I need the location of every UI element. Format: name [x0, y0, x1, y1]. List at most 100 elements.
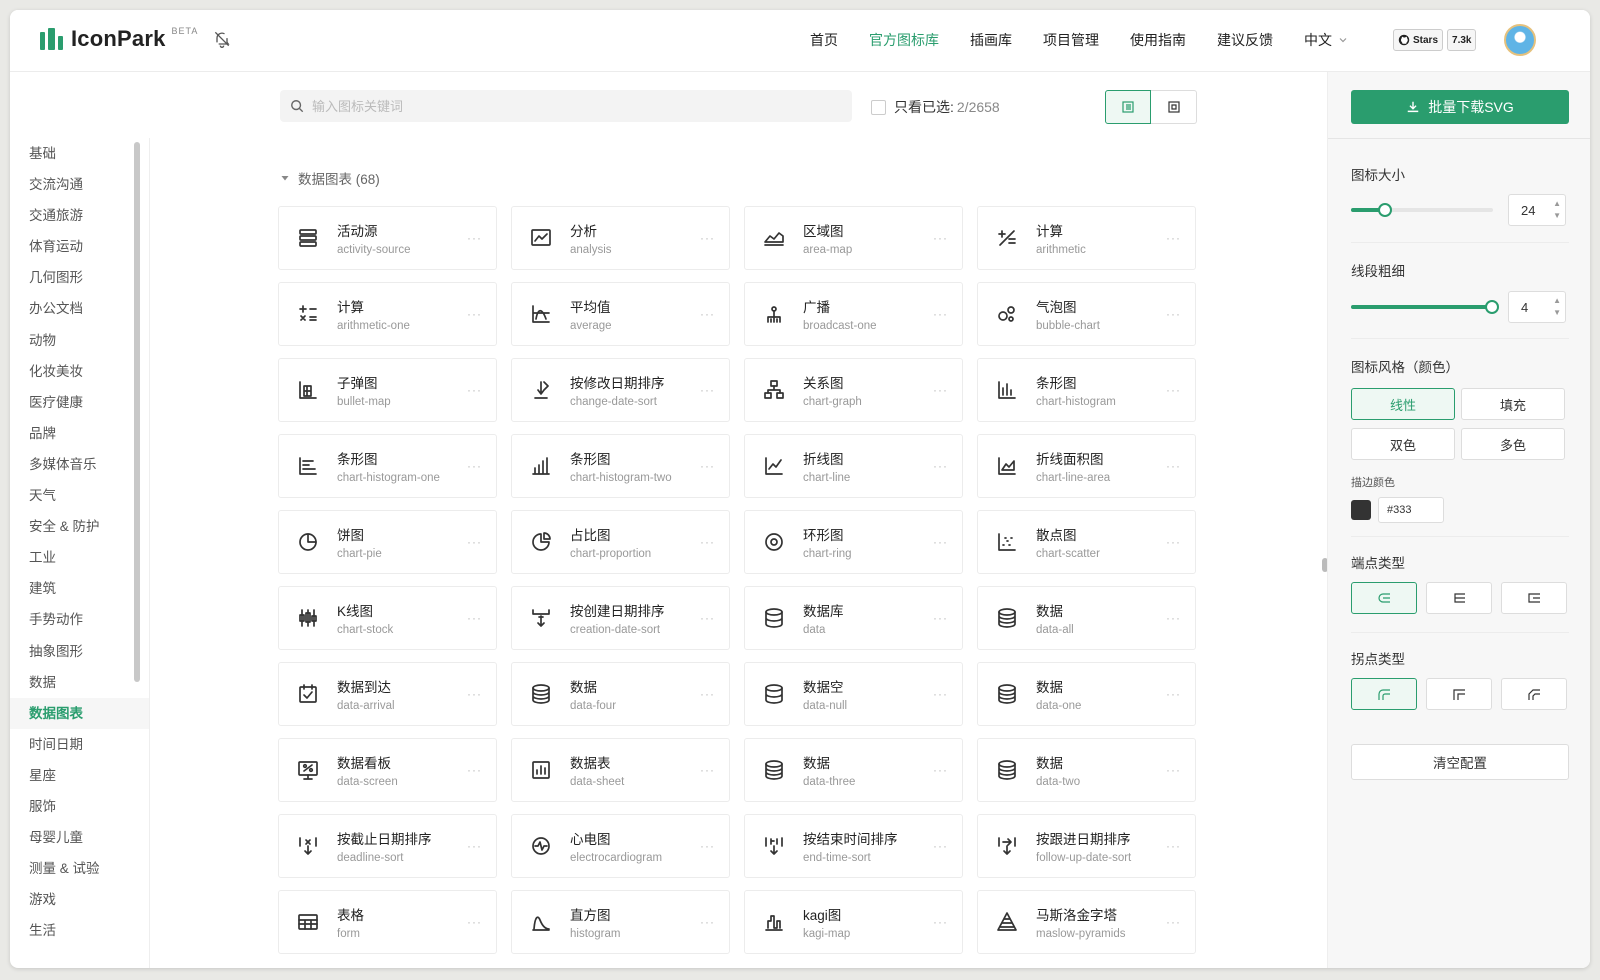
linejoin-miter-button[interactable]: [1426, 678, 1492, 710]
more-options-icon[interactable]: ···: [933, 383, 948, 397]
more-options-icon[interactable]: ···: [1166, 611, 1181, 625]
size-slider[interactable]: [1351, 203, 1493, 217]
icon-card[interactable]: 区域图 area-map ···: [744, 206, 963, 270]
category-item[interactable]: 时间日期: [10, 729, 149, 760]
category-item[interactable]: 办公文档: [10, 293, 149, 324]
icon-card[interactable]: 按截止日期排序 deadline-sort ···: [278, 814, 497, 878]
batch-download-button[interactable]: 批量下载SVG: [1351, 90, 1569, 124]
more-options-icon[interactable]: ···: [467, 307, 482, 321]
linecap-round-button[interactable]: [1351, 582, 1417, 614]
icon-card[interactable]: 子弹图 bullet-map ···: [278, 358, 497, 422]
more-options-icon[interactable]: ···: [700, 231, 715, 245]
more-options-icon[interactable]: ···: [933, 763, 948, 777]
icon-card[interactable]: 数据 data-one ···: [977, 662, 1196, 726]
icon-card[interactable]: 数据 data-all ···: [977, 586, 1196, 650]
category-item[interactable]: 工业: [10, 542, 149, 573]
category-item[interactable]: 数据图表: [10, 697, 149, 729]
language-select[interactable]: 中文: [1304, 30, 1348, 50]
more-options-icon[interactable]: ···: [1166, 307, 1181, 321]
category-item[interactable]: 建筑: [10, 573, 149, 604]
icon-card[interactable]: 气泡图 bubble-chart ···: [977, 282, 1196, 346]
icon-card[interactable]: 散点图 chart-scatter ···: [977, 510, 1196, 574]
icon-card[interactable]: 按结束时间排序 end-time-sort ···: [744, 814, 963, 878]
nav-home[interactable]: 首页: [810, 30, 838, 50]
category-item[interactable]: 游戏: [10, 884, 149, 915]
icon-card[interactable]: 数据 data-three ···: [744, 738, 963, 802]
more-options-icon[interactable]: ···: [933, 915, 948, 929]
category-item[interactable]: 几何图形: [10, 262, 149, 293]
category-item[interactable]: 星座: [10, 760, 149, 791]
sidebar-scrollbar[interactable]: [134, 142, 140, 682]
more-options-icon[interactable]: ···: [1166, 535, 1181, 549]
more-options-icon[interactable]: ···: [467, 231, 482, 245]
more-options-icon[interactable]: ···: [1166, 687, 1181, 701]
linejoin-bevel-button[interactable]: [1501, 678, 1567, 710]
more-options-icon[interactable]: ···: [700, 915, 715, 929]
icon-card[interactable]: 占比图 chart-proportion ···: [511, 510, 730, 574]
icon-card[interactable]: 按创建日期排序 creation-date-sort ···: [511, 586, 730, 650]
icon-card[interactable]: 数据 data-two ···: [977, 738, 1196, 802]
only-selected-filter[interactable]: 只看已选: 2/2658: [871, 97, 1000, 117]
nav-guide[interactable]: 使用指南: [1130, 30, 1186, 50]
category-item[interactable]: 抽象图形: [10, 636, 149, 667]
more-options-icon[interactable]: ···: [933, 687, 948, 701]
more-options-icon[interactable]: ···: [700, 535, 715, 549]
category-item[interactable]: 多媒体音乐: [10, 449, 149, 480]
icon-card[interactable]: K线图 chart-stock ···: [278, 586, 497, 650]
icon-card[interactable]: 折线图 chart-line ···: [744, 434, 963, 498]
nav-official-icons[interactable]: 官方图标库: [869, 30, 939, 50]
more-options-icon[interactable]: ···: [1166, 383, 1181, 397]
more-options-icon[interactable]: ···: [933, 459, 948, 473]
category-item[interactable]: 手势动作: [10, 604, 149, 635]
size-input[interactable]: 24 ▲ ▼: [1508, 194, 1566, 226]
category-item[interactable]: 体育运动: [10, 231, 149, 262]
category-item[interactable]: 品牌: [10, 418, 149, 449]
style-outline-button[interactable]: 线性: [1351, 388, 1455, 420]
category-item[interactable]: 动物: [10, 325, 149, 356]
linecap-butt-button[interactable]: [1426, 582, 1492, 614]
icon-card[interactable]: 条形图 chart-histogram ···: [977, 358, 1196, 422]
icon-card[interactable]: 计算 arithmetic-one ···: [278, 282, 497, 346]
icon-card[interactable]: 表格 form ···: [278, 890, 497, 954]
more-options-icon[interactable]: ···: [467, 611, 482, 625]
stepper-arrows-icon[interactable]: ▲ ▼: [1553, 295, 1561, 319]
more-options-icon[interactable]: ···: [1166, 763, 1181, 777]
icon-card[interactable]: 折线面积图 chart-line-area ···: [977, 434, 1196, 498]
more-options-icon[interactable]: ···: [467, 459, 482, 473]
more-options-icon[interactable]: ···: [700, 307, 715, 321]
stroke-input[interactable]: 4 ▲ ▼: [1508, 291, 1566, 323]
more-options-icon[interactable]: ···: [1166, 231, 1181, 245]
more-options-icon[interactable]: ···: [700, 611, 715, 625]
icon-card[interactable]: 计算 arithmetic ···: [977, 206, 1196, 270]
category-item[interactable]: 服饰: [10, 791, 149, 822]
icon-card[interactable]: 饼图 chart-pie ···: [278, 510, 497, 574]
more-options-icon[interactable]: ···: [700, 459, 715, 473]
linecap-square-button[interactable]: [1501, 582, 1567, 614]
more-options-icon[interactable]: ···: [933, 611, 948, 625]
stroke-slider[interactable]: [1351, 300, 1499, 314]
view-grid-button[interactable]: [1151, 90, 1197, 124]
category-item[interactable]: 天气: [10, 480, 149, 511]
style-multi-color-button[interactable]: 多色: [1461, 428, 1565, 460]
group-header[interactable]: 数据图表 (68): [280, 168, 380, 188]
more-options-icon[interactable]: ···: [933, 307, 948, 321]
icon-card[interactable]: 条形图 chart-histogram-one ···: [278, 434, 497, 498]
category-item[interactable]: 交通旅游: [10, 200, 149, 231]
more-options-icon[interactable]: ···: [467, 763, 482, 777]
more-options-icon[interactable]: ···: [700, 839, 715, 853]
more-options-icon[interactable]: ···: [467, 915, 482, 929]
icon-card[interactable]: 直方图 histogram ···: [511, 890, 730, 954]
clear-config-button[interactable]: 清空配置: [1351, 744, 1569, 780]
icon-card[interactable]: 分析 analysis ···: [511, 206, 730, 270]
more-options-icon[interactable]: ···: [467, 839, 482, 853]
category-item[interactable]: 医疗健康: [10, 387, 149, 418]
icon-card[interactable]: 按修改日期排序 change-date-sort ···: [511, 358, 730, 422]
search-box[interactable]: [280, 90, 852, 122]
icon-card[interactable]: 数据空 data-null ···: [744, 662, 963, 726]
icon-card[interactable]: 按跟进日期排序 follow-up-date-sort ···: [977, 814, 1196, 878]
icon-card[interactable]: 心电图 electrocardiogram ···: [511, 814, 730, 878]
category-item[interactable]: 数据: [10, 667, 149, 698]
view-list-button[interactable]: [1105, 90, 1151, 124]
icon-card[interactable]: 数据看板 data-screen ···: [278, 738, 497, 802]
more-options-icon[interactable]: ···: [933, 839, 948, 853]
